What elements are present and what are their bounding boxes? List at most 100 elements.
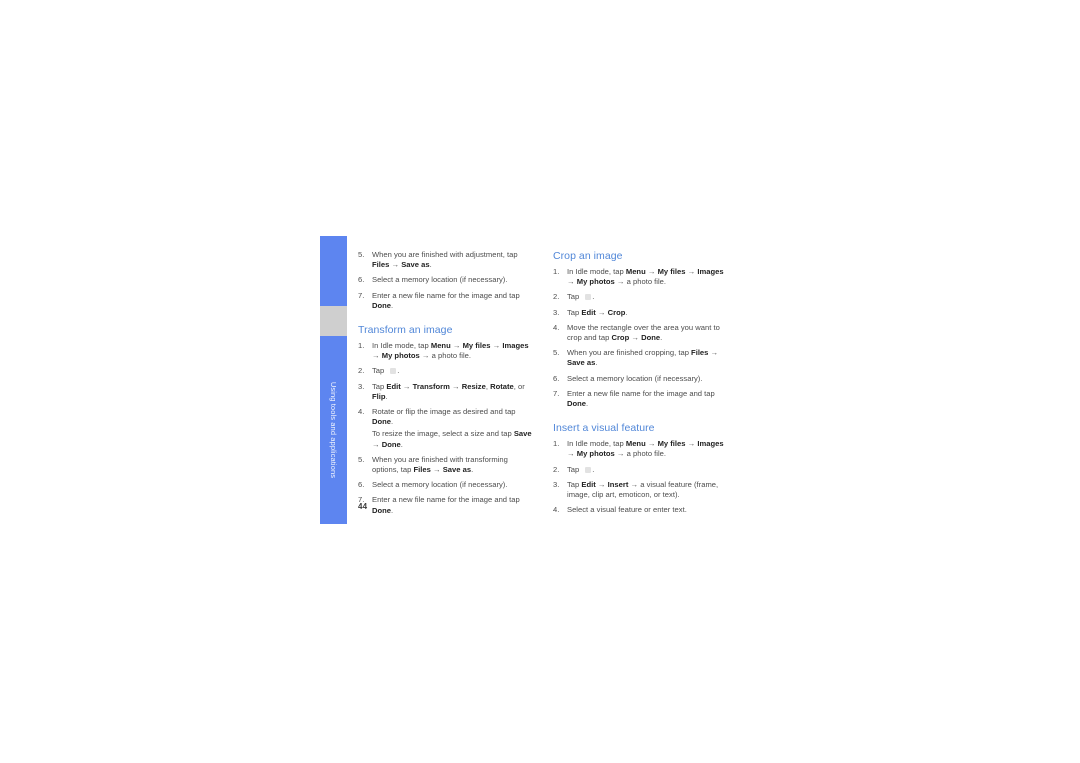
step-text: .: [391, 505, 394, 515]
step-text: Tap: [372, 381, 387, 391]
step-text: →: [490, 341, 503, 351]
side-tab-segment-gray: [320, 306, 347, 336]
manual-page: Using tools and applications When you ar…: [0, 0, 1080, 763]
instruction-step: Enter a new file name for the image and …: [358, 291, 535, 311]
step-text: →: [450, 341, 463, 351]
ui-term: Menu: [430, 341, 451, 351]
step-text: .: [592, 464, 595, 474]
ui-term: Files: [413, 465, 431, 475]
ui-term: Files: [691, 348, 709, 358]
step-text: .: [400, 439, 403, 449]
ui-term: Save as: [401, 260, 430, 270]
instruction-step: When you are finished with transforming …: [358, 455, 535, 475]
section-heading-insert: Insert a visual feature: [553, 422, 655, 435]
step-text: In Idle mode, tap: [567, 267, 626, 276]
step-text: Select a memory location (if necessary).: [372, 275, 508, 285]
crop-step-list: In Idle mode, tap Menu → My files → Imag…: [553, 267, 730, 409]
step-text: .: [397, 366, 400, 376]
ui-term: Edit: [581, 479, 596, 489]
step-text: Tap: [567, 479, 582, 489]
step-text: →: [685, 439, 698, 449]
step-text: →: [567, 277, 577, 287]
column-left: When you are finished with adjustment, t…: [358, 250, 535, 521]
step-text: →: [567, 449, 577, 459]
step-text: .: [592, 292, 595, 302]
ui-term: Insert: [607, 479, 629, 489]
step-text: → a photo file.: [614, 277, 667, 287]
step-text: When you are finished with adjustment, t…: [372, 250, 518, 259]
instruction-step: Tap.: [553, 292, 730, 302]
ui-term: Transform: [412, 381, 450, 391]
ui-term: Files: [372, 260, 390, 270]
step-text: Enter a new file name for the image and …: [567, 388, 715, 398]
ui-term: My files: [657, 267, 686, 276]
step-text: →: [389, 260, 402, 270]
step-text: .: [595, 358, 598, 368]
ui-term: Flip: [372, 391, 386, 401]
ui-term: Images: [502, 341, 529, 351]
step-text: →: [629, 333, 642, 343]
step-text: Select a memory location (if necessary).: [372, 480, 508, 490]
ui-term: Done: [372, 505, 392, 515]
edit-tool-icon: [585, 294, 592, 301]
instruction-step: In Idle mode, tap Menu → My files → Imag…: [358, 341, 535, 361]
ui-term: Done: [372, 300, 392, 310]
step-text: →: [685, 267, 698, 276]
step-text: In Idle mode, tap: [372, 341, 431, 351]
ui-term: My photos: [381, 351, 420, 361]
ui-term: Done: [567, 399, 587, 409]
ui-term: Done: [372, 417, 392, 427]
step-text: →: [449, 381, 462, 391]
transform-step-list: In Idle mode, tap Menu → My files → Imag…: [358, 341, 535, 516]
step-text: To resize the image, select a size and t…: [372, 429, 514, 439]
step-text: Tap: [567, 464, 580, 474]
step-text: →: [372, 351, 382, 361]
step-text: Enter a new file name for the image and …: [372, 290, 520, 300]
instruction-step: Rotate or flip the image as desired and …: [358, 407, 535, 450]
ui-term: My photos: [576, 277, 615, 287]
ui-term: My files: [657, 439, 686, 449]
step-sub-note: To resize the image, select a size and t…: [372, 429, 535, 449]
step-text: .: [391, 300, 394, 310]
step-text: , or: [513, 381, 525, 391]
instruction-step: Enter a new file name for the image and …: [358, 495, 535, 515]
step-text: In Idle mode, tap: [567, 439, 626, 449]
step-text: .: [660, 333, 663, 343]
step-text: Enter a new file name for the image and …: [372, 495, 520, 505]
step-text: Rotate or flip the image as desired and …: [372, 407, 516, 417]
step-text: .: [625, 307, 628, 317]
step-text: →: [595, 479, 608, 489]
ui-term: Save: [513, 429, 532, 439]
step-text: →: [645, 267, 658, 276]
page-number: 44: [358, 502, 368, 511]
edit-tool-icon: [585, 466, 592, 473]
ui-term: Menu: [625, 267, 646, 276]
instruction-step: In Idle mode, tap Menu → My files → Imag…: [553, 267, 730, 287]
step-text: → a photo file.: [419, 351, 472, 361]
ui-term: Resize: [461, 381, 486, 391]
ui-term: Done: [641, 333, 661, 343]
ui-term: Images: [697, 267, 724, 276]
instruction-step: In Idle mode, tap Menu → My files → Imag…: [553, 439, 730, 459]
side-tab-segment-top: [320, 236, 347, 306]
ui-term: Crop: [611, 333, 630, 343]
ui-term: Rotate: [490, 381, 514, 391]
step-text: When you are finished cropping, tap: [567, 348, 692, 358]
ui-term: Edit: [386, 381, 401, 391]
instruction-step: Tap Edit → Insert → a visual feature (fr…: [553, 480, 730, 500]
step-text: .: [471, 465, 474, 475]
step-text: .: [385, 391, 388, 401]
step-text: →: [400, 381, 413, 391]
instruction-step: Select a memory location (if necessary).: [358, 480, 535, 490]
insert-step-list: In Idle mode, tap Menu → My files → Imag…: [553, 439, 730, 515]
step-text: .: [586, 399, 589, 409]
step-text: →: [372, 439, 382, 449]
instruction-step: Select a memory location (if necessary).: [358, 275, 535, 285]
ui-term: Save as: [442, 465, 472, 475]
ui-term: My photos: [576, 449, 615, 459]
instruction-step: Tap Edit → Transform → Resize, Rotate, o…: [358, 382, 535, 402]
step-text: →: [595, 307, 608, 317]
instruction-step: Tap.: [553, 465, 730, 475]
step-text: Tap: [567, 307, 582, 317]
chapter-side-tab: Using tools and applications: [320, 236, 347, 524]
